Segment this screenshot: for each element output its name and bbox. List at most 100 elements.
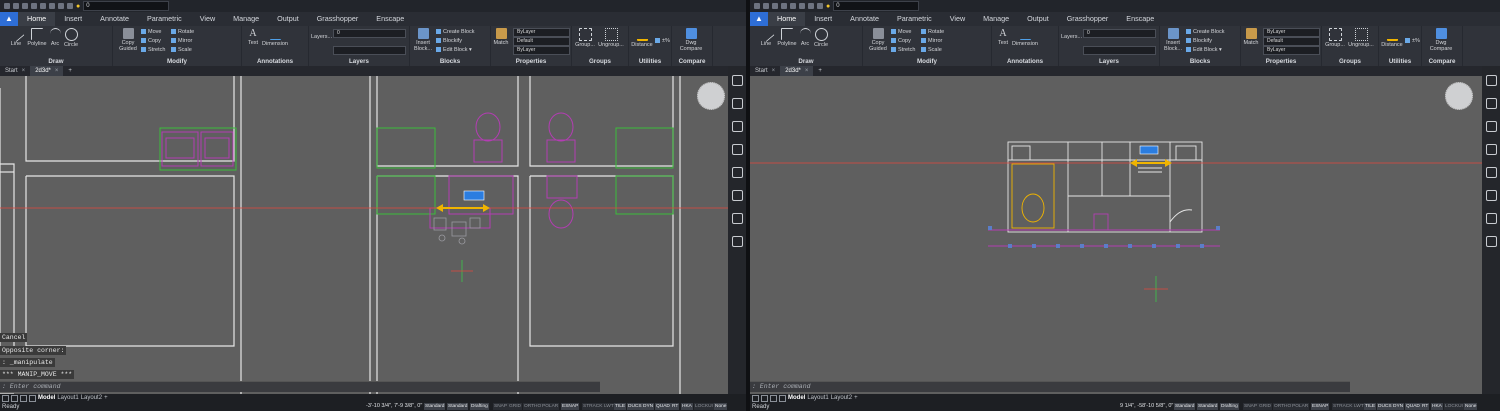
close-icon[interactable]: × (772, 68, 776, 74)
stretch-tool[interactable]: Stretch (141, 47, 165, 53)
properties-icon[interactable] (1485, 98, 1497, 109)
layer-dropdown[interactable]: 0 (333, 29, 406, 38)
save-as-icon[interactable] (31, 3, 37, 9)
move-tool[interactable]: Move (891, 29, 911, 35)
strack-toggle[interactable]: STRACK (582, 403, 604, 410)
linetype-dropdown[interactable]: Default (513, 37, 570, 46)
scale-tool[interactable]: Scale (171, 47, 192, 53)
ortho-toggle[interactable]: ORTHO (523, 403, 543, 410)
dimension-tool[interactable]: Dimension (262, 28, 288, 47)
first-layout-icon[interactable] (2, 394, 9, 402)
edit-block-tool[interactable]: Edit Block ▾ (1186, 47, 1222, 53)
tab-home[interactable]: Home (768, 12, 806, 26)
tab-annotate[interactable]: Annotate (91, 12, 138, 26)
tab-insert[interactable]: Insert (805, 12, 841, 26)
group-tool[interactable]: Group... (1324, 28, 1346, 48)
open-icon[interactable] (763, 3, 769, 9)
rotate-tool[interactable]: Rotate (171, 29, 194, 35)
stretch-tool[interactable]: Stretch (891, 47, 915, 53)
doc-tab-2d3d[interactable]: 2d3d* × (30, 66, 64, 76)
tab-parametric[interactable]: Parametric (138, 12, 191, 26)
grid-icon[interactable] (731, 167, 743, 178)
lwt-toggle[interactable]: LWT (1353, 403, 1365, 410)
tab-enscape[interactable]: Enscape (367, 12, 413, 26)
layout-tab-model[interactable]: Model (38, 395, 55, 401)
distance-tool[interactable]: Distance (631, 28, 653, 48)
prev-layout-icon[interactable] (11, 394, 18, 402)
dwg-compare-tool[interactable]: Dwg Compare (1426, 28, 1456, 52)
save-icon[interactable] (772, 3, 778, 9)
close-icon[interactable]: × (805, 68, 809, 74)
add-layout-button[interactable]: + (104, 395, 108, 401)
percent-tool[interactable]: ±% (1405, 38, 1420, 44)
tab-enscape[interactable]: Enscape (1117, 12, 1163, 26)
settings-icon[interactable] (1485, 144, 1497, 155)
tab-insert[interactable]: Insert (55, 12, 91, 26)
ungroup-tool[interactable]: Ungroup... (598, 28, 624, 48)
new-icon[interactable] (754, 3, 760, 9)
tab-manage[interactable]: Manage (974, 12, 1018, 26)
workspace-button[interactable]: Drafting (470, 403, 489, 410)
ortho-toggle[interactable]: ORTHO (1273, 403, 1293, 410)
lockui-toggle[interactable]: LOCKUI (1444, 403, 1464, 410)
insert-block-tool[interactable]: Insert Block... (412, 28, 434, 52)
last-layout-icon[interactable] (29, 394, 36, 402)
quad-toggle[interactable]: QUAD (1405, 403, 1421, 410)
copy-tool[interactable]: Copy (891, 38, 911, 44)
new-tab-button[interactable]: + (63, 66, 77, 76)
lineweight-dropdown[interactable]: ByLayer (1263, 46, 1320, 55)
ungroup-tool[interactable]: Ungroup... (1348, 28, 1374, 48)
view-cube-icon[interactable] (1445, 82, 1473, 110)
color-dropdown[interactable]: ByLayer (1263, 28, 1320, 37)
match-tool[interactable]: Match (1243, 28, 1259, 46)
move-tool[interactable]: Move (141, 29, 161, 35)
text-style-button[interactable]: Standard (1174, 403, 1196, 410)
drawing-canvas[interactable] (0, 76, 728, 394)
polar-toggle[interactable]: POLAR (541, 403, 560, 410)
lockui-toggle[interactable]: LOCKUI (694, 403, 714, 410)
tile-toggle[interactable]: TILE (614, 403, 627, 410)
annotation-scale[interactable]: None (714, 403, 728, 410)
color-dropdown[interactable]: ByLayer (513, 28, 570, 37)
text-tool[interactable]: A Text (246, 28, 260, 46)
tab-manage[interactable]: Manage (224, 12, 268, 26)
layer-on-icon[interactable]: ● (826, 3, 830, 10)
ducs-toggle[interactable]: DUCS (627, 403, 643, 410)
drawing-viewport[interactable] (0, 76, 728, 394)
mirror-tool[interactable]: Mirror (171, 38, 192, 44)
tile-toggle[interactable]: TILE (1364, 403, 1377, 410)
redo-icon[interactable] (817, 3, 823, 9)
layers-icon[interactable] (731, 121, 743, 132)
layer-on-icon[interactable]: ● (76, 3, 80, 10)
layout-tab-layout2[interactable]: Layout2 (81, 395, 102, 401)
new-tab-button[interactable]: + (813, 66, 827, 76)
distance-tool[interactable]: Distance (1381, 28, 1403, 48)
rt-toggle[interactable]: RT (1421, 403, 1430, 410)
circle-tool[interactable]: Circle (62, 28, 80, 48)
esnap-toggle[interactable]: ESNAP (1311, 403, 1330, 410)
esnap-toggle[interactable]: ESNAP (561, 403, 580, 410)
tab-view[interactable]: View (191, 12, 224, 26)
print-icon[interactable] (790, 3, 796, 9)
view-cube-icon[interactable] (697, 82, 725, 110)
tab-output[interactable]: Output (1018, 12, 1058, 26)
print-preview-icon[interactable] (799, 3, 805, 9)
new-icon[interactable] (4, 3, 10, 9)
last-layout-icon[interactable] (779, 394, 786, 402)
print-icon[interactable] (40, 3, 46, 9)
polar-toggle[interactable]: POLAR (1291, 403, 1310, 410)
lightbulb-icon[interactable] (1485, 75, 1497, 86)
arc-tool[interactable]: Arc (798, 28, 812, 47)
arc-tool[interactable]: Arc (48, 28, 62, 47)
app-menu-button[interactable]: ▲ (0, 12, 18, 26)
close-icon[interactable]: × (22, 68, 26, 74)
doc-tab-start[interactable]: Start × (0, 66, 30, 76)
next-layout-icon[interactable] (770, 394, 777, 402)
layer-filter-dropdown[interactable] (333, 46, 406, 55)
copy-guided-tool[interactable]: Copy Guided (117, 28, 139, 52)
layout-tab-model[interactable]: Model (788, 395, 805, 401)
dimension-tool[interactable]: Dimension (1012, 28, 1038, 47)
open-icon[interactable] (13, 3, 19, 9)
edit-block-tool[interactable]: Edit Block ▾ (436, 47, 472, 53)
lightbulb-icon[interactable] (731, 75, 743, 86)
